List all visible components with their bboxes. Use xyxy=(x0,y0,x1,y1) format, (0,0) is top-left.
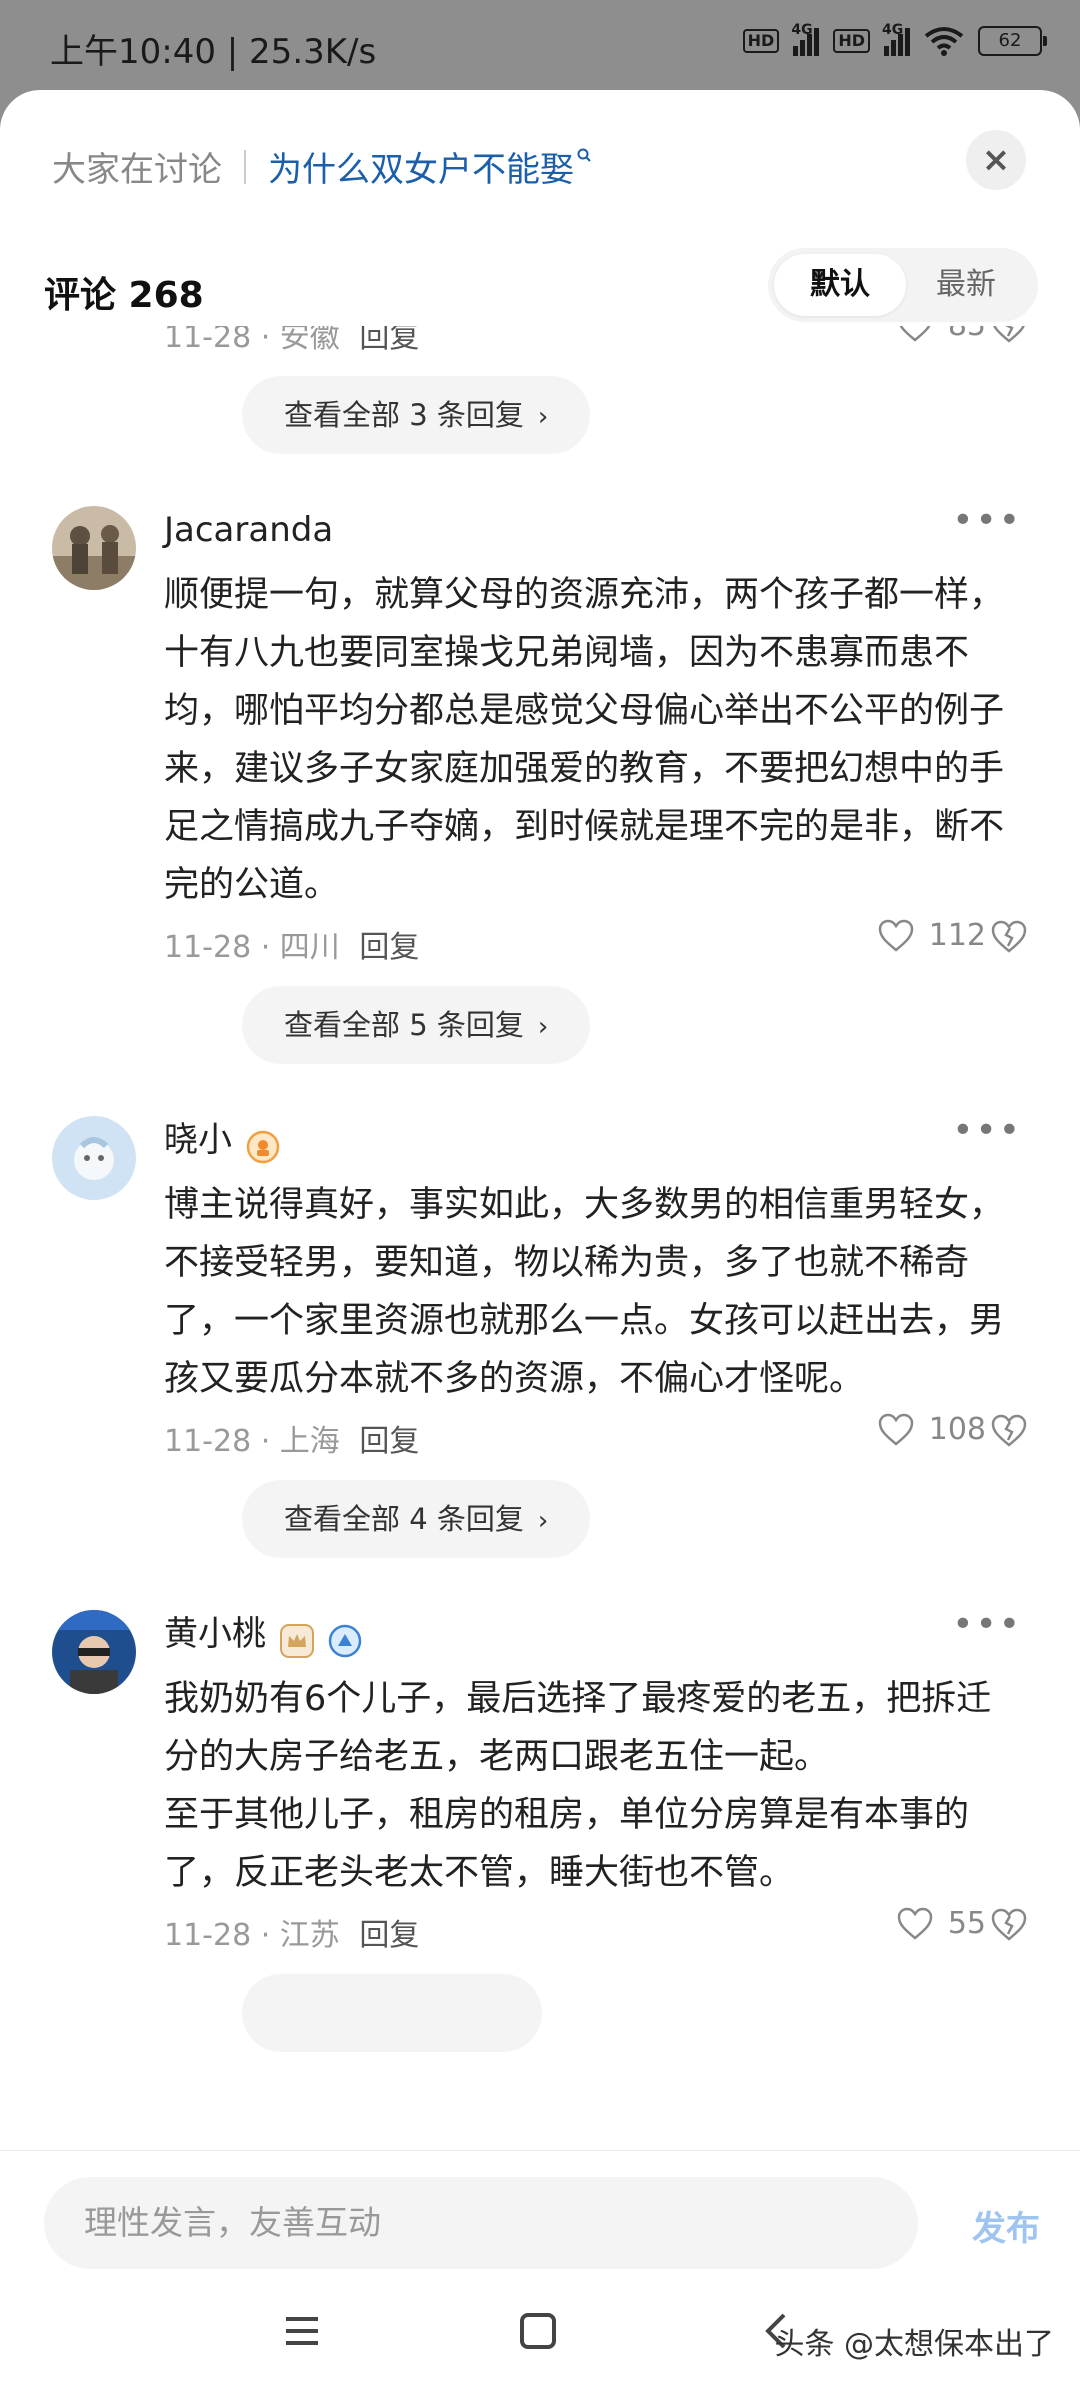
sort-default-tab[interactable]: 默认 xyxy=(774,254,906,316)
home-icon[interactable] xyxy=(518,2311,558,2351)
broken-heart-icon xyxy=(993,326,1025,343)
comment-input[interactable]: 理性发言，友善互动 xyxy=(44,2177,918,2269)
more-options-icon[interactable]: ••• xyxy=(952,1604,1022,1645)
comment-meta: 11-28 · 四川 回复 112 xyxy=(0,914,1080,974)
view-replies-button[interactable] xyxy=(242,1974,542,2052)
menu-icon[interactable] xyxy=(282,2311,322,2351)
status-bar: 上午10:40 | 25.3K/s HD 4G HD 4G 62 xyxy=(0,0,1080,90)
heart-icon xyxy=(897,1907,933,1940)
dislike-button[interactable] xyxy=(990,920,1028,962)
like-count: 112 xyxy=(928,918,986,953)
comment-text: 我奶奶有6个儿子，最后选择了最疼爱的老五，把拆迁分的大房子给老五，老两口跟老五住… xyxy=(164,1679,992,1777)
broken-heart-icon xyxy=(991,1414,1027,1447)
signal-icon: 4G xyxy=(791,22,820,56)
crown-badge-icon xyxy=(280,1617,314,1658)
comment-meta: 11-28 · 上海 回复 108 xyxy=(0,1408,1080,1468)
comment-composer: 理性发言，友善互动 发布 头条 @太想保本出了 xyxy=(0,2150,1080,2400)
topic-title[interactable]: 为什么双女户不能娶 xyxy=(268,142,574,191)
view-replies-label: 查看全部 3 条回复 xyxy=(284,398,524,432)
like-button[interactable]: 112 xyxy=(877,918,986,953)
like-button[interactable]: 55 xyxy=(896,1906,986,1941)
avatar[interactable] xyxy=(52,1116,136,1200)
comment-text: 至于其他儿子，租房的租房，单位分房算是有本事的了，反正老头老太不管，睡大街也不管… xyxy=(164,1795,970,1893)
heart-icon xyxy=(899,326,930,342)
heart-icon xyxy=(878,1413,913,1446)
like-count: 85 xyxy=(948,326,986,343)
comment-item: 黄小桃 ••• 我奶奶有6个儿子，最后选择了最疼爱的老五，把拆迁分的大房子给老五… xyxy=(0,1598,1080,2096)
comment-location: 安徽 xyxy=(279,326,340,355)
dislike-button[interactable] xyxy=(990,1908,1028,1950)
comment-location: 四川 xyxy=(279,930,340,965)
comment-date: 11-28 xyxy=(164,1918,252,1953)
heart-icon xyxy=(878,919,913,952)
view-replies-button[interactable]: 查看全部 5 条回复 › xyxy=(242,986,591,1064)
username[interactable]: 晓小 xyxy=(164,1110,232,1170)
comment-list[interactable]: 11-28 · 安徽 回复 85 查看全部 3 条回复 › Jacaranda xyxy=(0,326,1080,2146)
broken-heart-icon xyxy=(991,1908,1027,1941)
more-options-icon[interactable]: ••• xyxy=(952,500,1022,541)
network-type: 4G xyxy=(882,22,904,38)
more-options-icon[interactable]: ••• xyxy=(952,1110,1022,1151)
chevron-right-icon: › xyxy=(537,1012,549,1042)
dislike-button[interactable] xyxy=(990,1414,1028,1456)
comment-location: 上海 xyxy=(279,1424,340,1459)
reply-link[interactable]: 回复 xyxy=(359,1918,419,1953)
publish-button[interactable]: 发布 xyxy=(972,2201,1040,2250)
username[interactable]: 黄小桃 xyxy=(164,1604,266,1664)
avatar[interactable] xyxy=(52,1610,136,1694)
like-button[interactable]: 108 xyxy=(877,1412,986,1447)
comment-date: 11-28 xyxy=(164,1424,252,1459)
comment-meta: 11-28 · 江苏 回复 55 xyxy=(0,1902,1080,1962)
search-icon xyxy=(576,147,592,167)
comment-item: Jacaranda ••• 顺便提一句，就算父母的资源充沛，两个孩子都一样，十有… xyxy=(0,494,1080,1104)
hd-icon: HD xyxy=(742,29,780,53)
like-button[interactable]: 85 xyxy=(896,326,986,343)
view-replies-label: 查看全部 4 条回复 xyxy=(284,1502,524,1536)
topic-prefix: 大家在讨论 xyxy=(52,150,222,190)
signal-icon: 4G xyxy=(882,22,910,56)
hd-icon: HD xyxy=(833,29,870,53)
close-button[interactable]: × xyxy=(966,130,1026,190)
broken-heart-icon xyxy=(991,920,1027,953)
sort-latest-tab[interactable]: 最新 xyxy=(900,254,1032,316)
comment-date: 11-28 xyxy=(164,326,252,355)
reply-link[interactable]: 回复 xyxy=(359,326,419,355)
comment-sheet: 大家在讨论 为什么双女户不能娶 × 评论 268 默认 最新 11-28 · 安… xyxy=(0,90,1080,2400)
battery-icon: 62 xyxy=(978,26,1047,56)
comment-date: 11-28 xyxy=(164,930,252,965)
comment-location: 江苏 xyxy=(279,1918,340,1953)
dislike-button[interactable] xyxy=(990,326,1028,352)
divider xyxy=(244,149,246,184)
reply-link[interactable]: 回复 xyxy=(359,930,419,965)
status-icons: HD 4G HD 4G 62 xyxy=(742,22,1047,56)
comment-text: 顺便提一句，就算父母的资源充沛，两个孩子都一样，十有八九也要同室操戈兄弟阋墙，因… xyxy=(164,575,1005,905)
comment-item: 晓小 ••• 博主说得真好，事实如此，大多数男的相信重男轻女，不接受轻男，要知道… xyxy=(0,1104,1080,1598)
chevron-right-icon: › xyxy=(537,1506,549,1536)
view-replies-label: 查看全部 5 条回复 xyxy=(284,1008,524,1042)
like-count: 108 xyxy=(928,1412,986,1447)
verified-badge-icon xyxy=(328,1617,362,1658)
reply-link[interactable]: 回复 xyxy=(359,1424,419,1459)
avatar[interactable] xyxy=(52,506,136,590)
username[interactable]: Jacaranda xyxy=(164,500,333,560)
watermark: 头条 @太想保本出了 xyxy=(774,2327,1054,2362)
view-replies-button[interactable]: 查看全部 3 条回复 › xyxy=(242,376,591,454)
wifi-icon xyxy=(924,27,964,56)
comment-text: 博主说得真好，事实如此，大多数男的相信重男轻女，不接受轻男，要知道，物以稀为贵，… xyxy=(164,1185,1005,1399)
comment-meta: 11-28 · 安徽 回复 85 xyxy=(0,326,1080,364)
view-replies-button[interactable]: 查看全部 4 条回复 › xyxy=(242,1480,591,1558)
chevron-right-icon: › xyxy=(537,402,549,432)
like-count: 55 xyxy=(947,1906,986,1941)
sort-toggle: 默认 最新 xyxy=(768,248,1038,322)
topic-bar[interactable]: 大家在讨论 为什么双女户不能娶 xyxy=(52,142,592,191)
level-badge-icon xyxy=(246,1123,280,1164)
network-type: 4G xyxy=(791,22,813,38)
status-time: 上午10:40 | 25.3K/s xyxy=(50,32,377,72)
comment-count: 评论 268 xyxy=(44,275,204,316)
